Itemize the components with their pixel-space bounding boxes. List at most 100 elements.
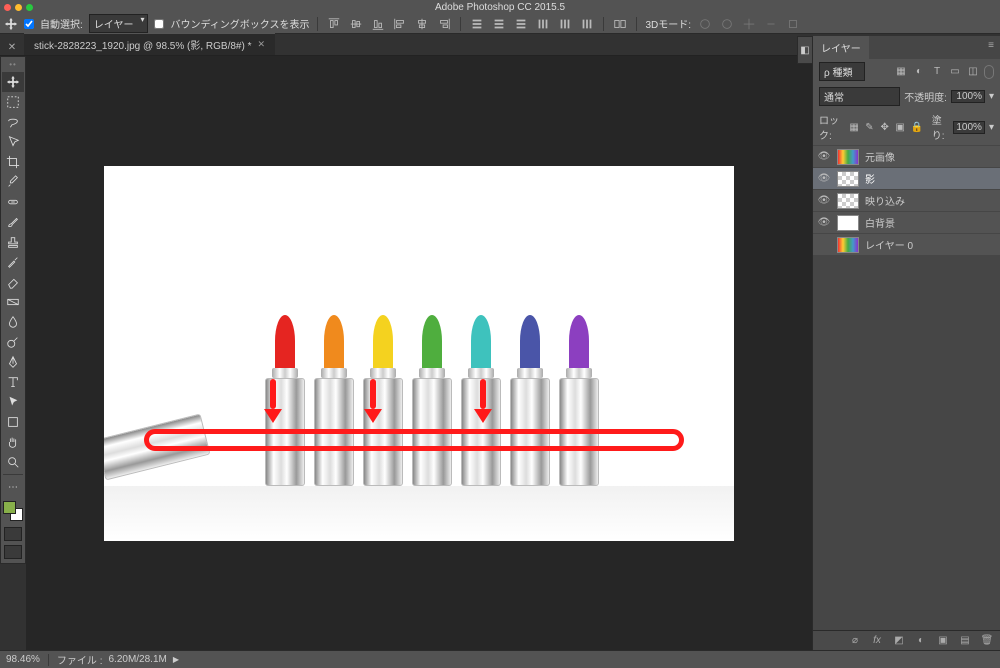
gradient-tool[interactable] — [2, 292, 24, 312]
status-zoom[interactable]: 98.46% — [6, 654, 40, 665]
collapse-panels-icon[interactable]: ◧ — [797, 36, 813, 64]
layer-thumbnail[interactable] — [837, 149, 859, 165]
filter-adjust-icon[interactable]: ◐ — [912, 65, 926, 79]
visibility-toggle-icon[interactable]: 👁 — [817, 217, 831, 228]
threeD-scale-icon[interactable] — [785, 16, 801, 32]
distribute-top-icon[interactable] — [469, 16, 485, 32]
brush-tool[interactable] — [2, 212, 24, 232]
color-swatch[interactable] — [3, 501, 23, 521]
auto-select-mode-select[interactable]: レイヤー — [89, 14, 149, 33]
dodge-tool[interactable] — [2, 332, 24, 352]
align-right-icon[interactable] — [436, 16, 452, 32]
threeD-slide-icon[interactable] — [763, 16, 779, 32]
layer-mask-icon[interactable]: ◩ — [892, 634, 906, 648]
hand-tool[interactable] — [2, 432, 24, 452]
chevron-down-icon[interactable]: ▾ — [989, 122, 994, 133]
blur-tool[interactable] — [2, 312, 24, 332]
layer-row[interactable]: 👁影 — [813, 167, 1000, 189]
marquee-tool[interactable] — [2, 92, 24, 112]
layer-name[interactable]: 映り込み — [865, 193, 905, 208]
crop-tool[interactable] — [2, 152, 24, 172]
minimize-window-button[interactable] — [15, 4, 22, 11]
align-hcenter-icon[interactable] — [414, 16, 430, 32]
document-tab[interactable]: stick-2828223_1920.jpg @ 98.5% (影, RGB/8… — [24, 33, 275, 55]
layer-name[interactable]: 影 — [865, 171, 875, 186]
lock-artboard-icon[interactable]: ▣ — [894, 120, 905, 134]
align-vcenter-icon[interactable] — [348, 16, 364, 32]
filter-shape-icon[interactable]: ▭ — [948, 65, 962, 79]
layer-thumbnail[interactable] — [837, 193, 859, 209]
visibility-toggle-icon[interactable]: 👁 — [817, 173, 831, 184]
threeD-roll-icon[interactable] — [719, 16, 735, 32]
lasso-tool[interactable] — [2, 112, 24, 132]
chevron-down-icon[interactable]: ▾ — [989, 91, 994, 102]
eraser-tool[interactable] — [2, 272, 24, 292]
auto-align-icon[interactable] — [612, 16, 628, 32]
status-menu-icon[interactable]: ▶ — [173, 655, 179, 664]
layer-thumbnail[interactable] — [837, 237, 859, 253]
distribute-vcenter-icon[interactable] — [491, 16, 507, 32]
distribute-left-icon[interactable] — [535, 16, 551, 32]
panel-menu-icon[interactable]: ≡ — [982, 36, 1000, 59]
fill-value[interactable]: 100% — [953, 121, 985, 134]
align-bottom-icon[interactable] — [370, 16, 386, 32]
zoom-tool[interactable] — [2, 452, 24, 472]
history-brush-tool[interactable] — [2, 252, 24, 272]
pen-tool[interactable] — [2, 352, 24, 372]
threeD-orbit-icon[interactable] — [697, 16, 713, 32]
visibility-toggle-icon[interactable]: 👁 — [817, 151, 831, 162]
shape-tool[interactable] — [2, 412, 24, 432]
layer-name[interactable]: 元画像 — [865, 149, 895, 164]
stamp-tool[interactable] — [2, 232, 24, 252]
move-tool[interactable] — [2, 72, 24, 92]
foreground-color[interactable] — [3, 501, 16, 514]
close-window-button[interactable] — [4, 4, 11, 11]
lock-transparency-icon[interactable]: ▦ — [848, 120, 859, 134]
align-left-icon[interactable] — [392, 16, 408, 32]
filter-toggle-icon[interactable] — [984, 65, 994, 79]
delete-layer-icon[interactable]: 🗑 — [980, 634, 994, 648]
eyedropper-tool[interactable] — [2, 172, 24, 192]
close-icon[interactable]: ✕ — [258, 39, 266, 50]
distribute-hcenter-icon[interactable] — [557, 16, 573, 32]
screenmode-toggle[interactable] — [4, 545, 22, 559]
align-top-icon[interactable] — [326, 16, 342, 32]
lock-all-icon[interactable]: 🔒 — [910, 120, 924, 134]
quick-select-tool[interactable] — [2, 132, 24, 152]
visibility-toggle-icon[interactable]: 👁 — [817, 195, 831, 206]
link-layers-icon[interactable]: ⌀ — [848, 634, 862, 648]
lock-position-icon[interactable]: ✥ — [879, 120, 890, 134]
layer-fx-icon[interactable]: fx — [870, 634, 884, 648]
filter-type-icon[interactable]: T — [930, 65, 944, 79]
lock-pixels-icon[interactable]: ✎ — [864, 120, 875, 134]
layer-row[interactable]: 👁 白背景 — [813, 211, 1000, 233]
zoom-window-button[interactable] — [26, 4, 33, 11]
show-bbox-checkbox[interactable] — [154, 19, 164, 29]
distribute-right-icon[interactable] — [579, 16, 595, 32]
type-tool[interactable] — [2, 372, 24, 392]
layer-filter-kind-select[interactable]: ρ 種類 — [819, 62, 865, 81]
layer-row[interactable]: レイヤー 0 — [813, 233, 1000, 255]
layer-name[interactable]: レイヤー 0 — [865, 237, 913, 252]
layer-row[interactable]: 👁 元画像 — [813, 145, 1000, 167]
home-icon[interactable]: ✕ — [4, 39, 20, 55]
path-select-tool[interactable] — [2, 392, 24, 412]
layers-tab[interactable]: レイヤー — [813, 36, 869, 59]
auto-select-checkbox[interactable] — [24, 19, 34, 29]
blend-mode-select[interactable]: 通常 — [819, 87, 900, 106]
heal-tool[interactable] — [2, 192, 24, 212]
palette-grip[interactable]: •• — [9, 59, 17, 72]
threeD-pan-icon[interactable] — [741, 16, 757, 32]
layer-name[interactable]: 白背景 — [865, 215, 895, 230]
opacity-value[interactable]: 100% — [951, 90, 985, 103]
layer-row[interactable]: 👁 映り込み — [813, 189, 1000, 211]
edit-toolbar-icon[interactable]: ⋯ — [2, 477, 24, 497]
filter-smart-icon[interactable]: ◫ — [966, 65, 980, 79]
distribute-bottom-icon[interactable] — [513, 16, 529, 32]
layer-thumbnail[interactable] — [837, 171, 859, 187]
filter-pixel-icon[interactable]: ▦ — [894, 65, 908, 79]
layer-group-icon[interactable]: ▣ — [936, 634, 950, 648]
adjustment-layer-icon[interactable]: ◐ — [914, 634, 928, 648]
quickmask-toggle[interactable] — [4, 527, 22, 541]
layer-thumbnail[interactable] — [837, 215, 859, 231]
